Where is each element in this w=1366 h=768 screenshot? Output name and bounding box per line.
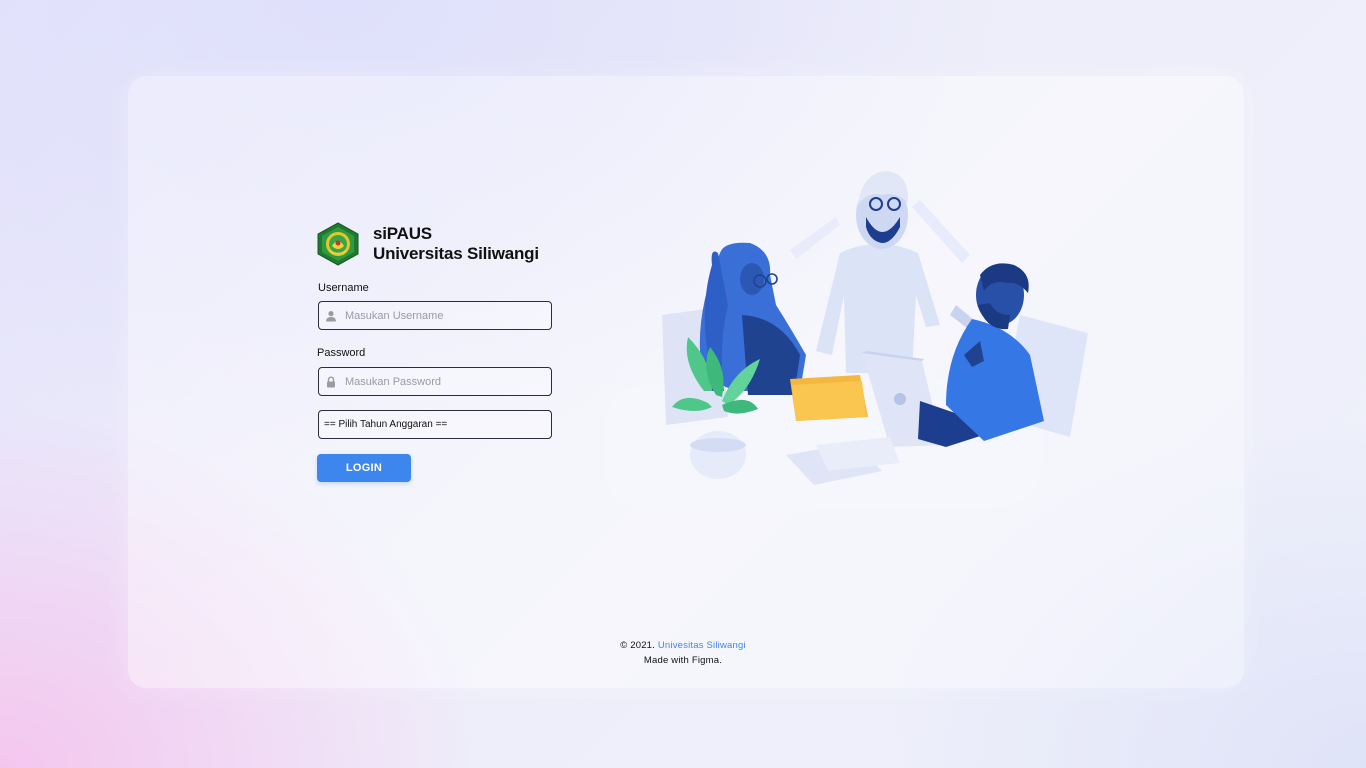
password-field[interactable]: [318, 367, 552, 396]
app-name: siPAUS: [373, 224, 432, 243]
team-meeting-illustration: [606, 171, 1088, 511]
budget-year-select[interactable]: == Pilih Tahun Anggaran ==: [318, 410, 552, 439]
university-name: Universitas Siliwangi: [373, 244, 539, 263]
university-link[interactable]: Univesitas Siliwangi: [658, 640, 746, 651]
lock-icon: [327, 375, 335, 387]
user-icon: [326, 310, 336, 321]
copyright-text: © 2021.: [620, 640, 655, 651]
brand-header: siPAUS Universitas Siliwangi: [316, 222, 539, 266]
footer-copyright-line: © 2021. Univesitas Siliwangi: [0, 640, 1366, 651]
username-label: Username: [318, 282, 369, 294]
login-button[interactable]: LOGIN: [317, 454, 411, 482]
password-input[interactable]: [345, 375, 535, 388]
budget-year-select-value: == Pilih Tahun Anggaran ==: [324, 419, 448, 430]
made-with-text: Made with Figma.: [643, 655, 723, 666]
username-field[interactable]: [318, 301, 552, 330]
username-input[interactable]: [345, 309, 535, 322]
password-label: Password: [317, 347, 366, 359]
university-crest-icon: [317, 222, 359, 266]
